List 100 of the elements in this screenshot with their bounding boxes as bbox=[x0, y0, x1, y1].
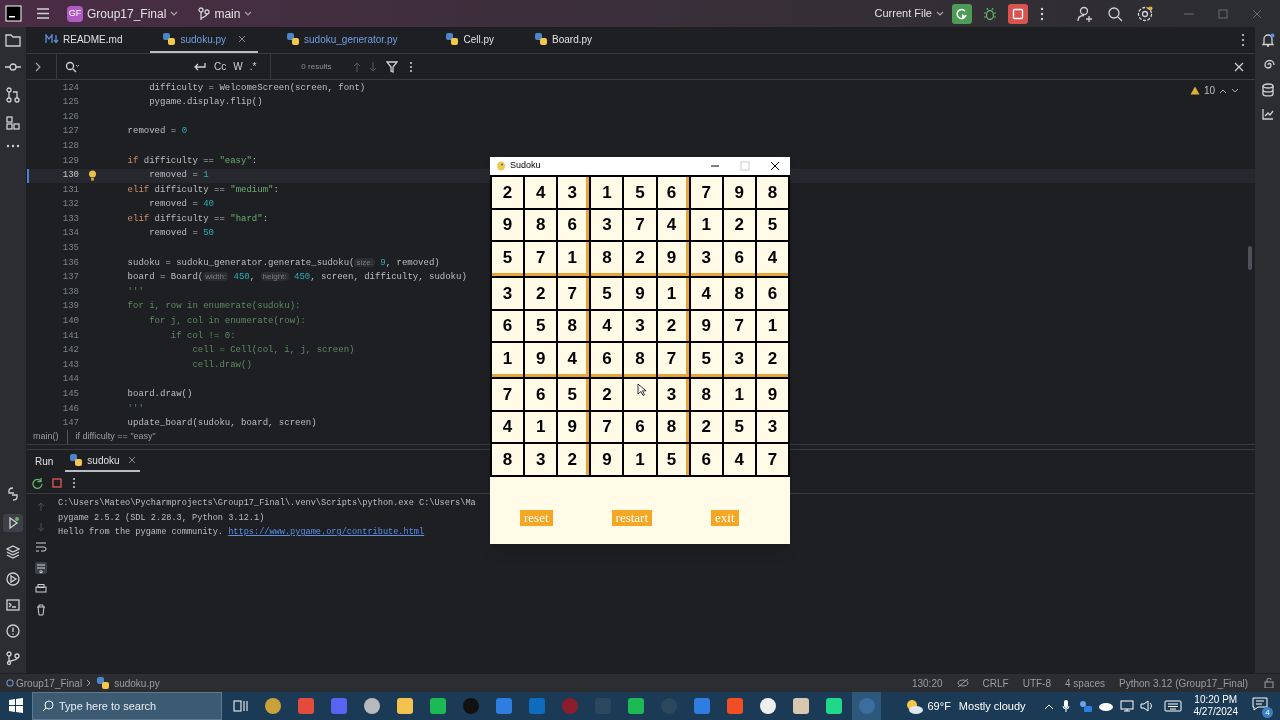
terminal-icon[interactable] bbox=[6, 599, 20, 611]
network-icon[interactable] bbox=[1119, 700, 1134, 712]
python-console-icon[interactable] bbox=[6, 487, 20, 501]
rerun-icon[interactable] bbox=[952, 3, 972, 24]
sudoku-cell[interactable]: 4 bbox=[756, 242, 788, 276]
sudoku-cell[interactable]: 9 bbox=[591, 444, 623, 475]
sudoku-cell[interactable]: 8 bbox=[624, 343, 656, 377]
sudoku-cell[interactable]: 1 bbox=[591, 177, 623, 208]
sudoku-cell[interactable]: 6 bbox=[558, 209, 590, 241]
sudoku-cell[interactable]: 5 bbox=[756, 209, 788, 241]
status-item[interactable]: Python 3.12 (Group17_Final) bbox=[1119, 675, 1248, 691]
sudoku-cell[interactable]: 3 bbox=[756, 411, 788, 443]
branch-dropdown[interactable]: main bbox=[194, 4, 257, 23]
clock-date[interactable]: 4/27/2024 bbox=[1193, 706, 1238, 718]
wrap-icon[interactable] bbox=[193, 60, 207, 73]
sudoku-cell[interactable]: 1 bbox=[756, 310, 788, 342]
clock-time[interactable]: 10:20 PM bbox=[1194, 694, 1238, 706]
volume-icon[interactable] bbox=[1139, 700, 1154, 712]
weather-condition[interactable]: Mostly cloudy bbox=[958, 697, 1026, 715]
more-icon[interactable] bbox=[6, 143, 20, 149]
sudoku-cell[interactable]: 9 bbox=[624, 277, 656, 309]
breadcrumb-item[interactable]: main() bbox=[33, 430, 59, 444]
sudoku-cell[interactable]: 1 bbox=[657, 277, 689, 309]
search-icon[interactable] bbox=[1106, 4, 1124, 23]
bell-icon[interactable] bbox=[1260, 33, 1275, 47]
lightbulb-icon[interactable] bbox=[88, 170, 97, 182]
sudoku-cell[interactable]: 8 bbox=[591, 242, 623, 276]
sudoku-cell[interactable]: 9 bbox=[756, 379, 788, 410]
taskbar-search-field[interactable]: Type here to search bbox=[32, 692, 222, 720]
sudoku-cell[interactable]: 1 bbox=[624, 444, 656, 475]
more-icon[interactable] bbox=[407, 60, 414, 73]
sudoku-cell[interactable]: 7 bbox=[624, 209, 656, 241]
sudoku-cell[interactable]: 6 bbox=[723, 242, 755, 276]
more-icon[interactable] bbox=[1239, 33, 1247, 47]
people-icon[interactable] bbox=[1077, 700, 1092, 712]
eye-off-icon[interactable] bbox=[956, 678, 969, 688]
sudoku-cell[interactable]: 2 bbox=[624, 242, 656, 276]
status-item[interactable]: UTF-8 bbox=[1022, 675, 1051, 691]
sudoku-cell[interactable]: 8 bbox=[756, 177, 788, 208]
sudoku-cell[interactable]: 8 bbox=[723, 277, 755, 309]
sudoku-cell[interactable]: 7 bbox=[591, 411, 623, 443]
microphone-icon[interactable] bbox=[1061, 699, 1070, 713]
file-tab[interactable]: README.md bbox=[33, 27, 135, 53]
status-item[interactable]: 4 spaces bbox=[1065, 675, 1106, 691]
run-tab[interactable]: sudoku bbox=[65, 450, 140, 472]
stop-icon[interactable] bbox=[1008, 3, 1028, 24]
scrollbar-thumb-icon[interactable] bbox=[1248, 246, 1252, 270]
sudoku-cell[interactable]: 5 bbox=[525, 310, 557, 342]
structure-icon[interactable] bbox=[6, 116, 20, 130]
run-icon[interactable] bbox=[3, 514, 23, 532]
commit-icon[interactable] bbox=[5, 60, 21, 74]
database-icon[interactable] bbox=[1261, 83, 1274, 97]
sudoku-cell[interactable]: 6 bbox=[591, 343, 623, 377]
sudoku-cell[interactable]: 8 bbox=[690, 379, 722, 410]
sudoku-cell[interactable]: 7 bbox=[756, 444, 788, 475]
sudoku-cell[interactable]: 4 bbox=[492, 411, 524, 443]
sudoku-cell[interactable]: 2 bbox=[723, 209, 755, 241]
add-user-icon[interactable] bbox=[1076, 4, 1094, 23]
sudoku-cell[interactable]: 6 bbox=[525, 379, 557, 410]
sudoku-cell[interactable]: 3 bbox=[624, 310, 656, 342]
folder-icon[interactable] bbox=[5, 33, 21, 47]
sudoku-cell[interactable]: 5 bbox=[591, 277, 623, 309]
git-icon[interactable] bbox=[6, 651, 20, 665]
chevron-up-icon[interactable] bbox=[1219, 87, 1227, 94]
breadcrumb-item[interactable]: sudoku.py bbox=[114, 675, 160, 691]
sudoku-cell[interactable]: 1 bbox=[558, 242, 590, 276]
file-tab[interactable]: Board.py bbox=[522, 27, 605, 53]
sudoku-cell[interactable]: 7 bbox=[492, 379, 524, 410]
trash-icon[interactable] bbox=[35, 604, 46, 616]
sudoku-cell[interactable]: 3 bbox=[558, 177, 590, 208]
sudoku-cell[interactable]: 7 bbox=[657, 343, 689, 377]
sudoku-cell[interactable]: 3 bbox=[591, 209, 623, 241]
sudoku-cell[interactable]: 8 bbox=[492, 444, 524, 475]
chevron-right-icon[interactable] bbox=[34, 61, 42, 72]
sudoku-cell[interactable]: 4 bbox=[657, 209, 689, 241]
file-tab[interactable]: sudoku.py bbox=[150, 27, 259, 53]
sudoku-cell[interactable]: 9 bbox=[525, 343, 557, 377]
sudoku-cell[interactable]: 7 bbox=[525, 242, 557, 276]
sudoku-cell[interactable]: 2 bbox=[525, 277, 557, 309]
pull-request-icon[interactable] bbox=[6, 87, 20, 103]
sudoku-cell[interactable]: 3 bbox=[723, 343, 755, 377]
close-tab-icon[interactable] bbox=[127, 456, 136, 464]
search-option-toggle[interactable]: W bbox=[233, 59, 243, 74]
status-item[interactable]: CRLF bbox=[982, 675, 1009, 691]
sudoku-cell[interactable]: 4 bbox=[525, 177, 557, 208]
settings-icon[interactable] bbox=[1136, 4, 1154, 23]
scroll-to-end-icon[interactable] bbox=[34, 562, 47, 574]
sudoku-cell[interactable]: 9 bbox=[558, 411, 590, 443]
sudoku-cell[interactable]: 3 bbox=[690, 242, 722, 276]
sudoku-cell[interactable]: 9 bbox=[492, 209, 524, 241]
cloud-icon[interactable] bbox=[1097, 701, 1114, 711]
sudoku-cell[interactable]: 1 bbox=[723, 379, 755, 410]
sudoku-cell[interactable]: 5 bbox=[558, 379, 590, 410]
services-icon[interactable] bbox=[6, 572, 20, 586]
sudoku-cell[interactable]: 7 bbox=[723, 310, 755, 342]
sudoku-cell[interactable]: 3 bbox=[657, 379, 689, 410]
sudoku-cell[interactable]: 6 bbox=[657, 177, 689, 208]
sudoku-cell[interactable]: 6 bbox=[624, 411, 656, 443]
sudoku-cell[interactable]: 5 bbox=[657, 444, 689, 475]
lock-icon[interactable] bbox=[1264, 678, 1274, 688]
